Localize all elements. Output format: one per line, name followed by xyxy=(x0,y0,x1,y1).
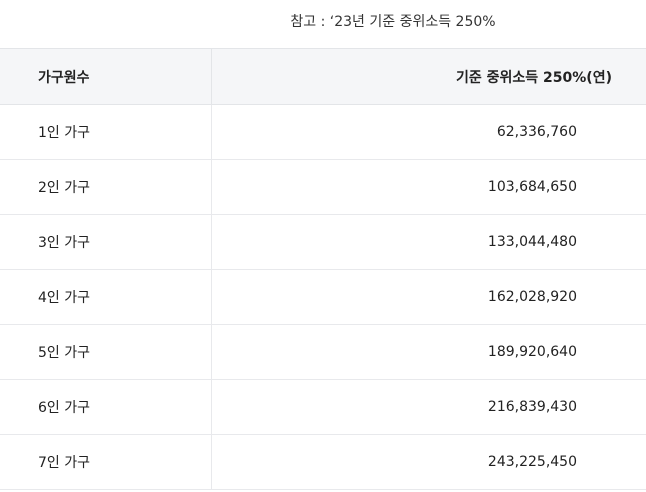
income-cell: 216,839,430 xyxy=(211,379,646,435)
table-row: 7인 가구 243,225,450 xyxy=(0,434,646,490)
income-table: 가구원수 기준 중위소득 250%(연) 1인 가구 62,336,760 2인… xyxy=(0,48,646,490)
table-row: 2인 가구 103,684,650 xyxy=(0,159,646,215)
income-cell: 133,044,480 xyxy=(211,214,646,270)
header-median-income: 기준 중위소득 250%(연) xyxy=(211,48,646,105)
income-cell: 162,028,920 xyxy=(211,269,646,325)
household-cell: 1인 가구 xyxy=(0,104,212,160)
household-cell: 2인 가구 xyxy=(0,159,212,215)
household-cell: 7인 가구 xyxy=(0,434,212,490)
table-row: 4인 가구 162,028,920 xyxy=(0,269,646,325)
income-cell: 189,920,640 xyxy=(211,324,646,380)
income-cell: 62,336,760 xyxy=(211,104,646,160)
table-row: 5인 가구 189,920,640 xyxy=(0,324,646,380)
header-household-size: 가구원수 xyxy=(0,48,212,105)
table-body: 1인 가구 62,336,760 2인 가구 103,684,650 3인 가구… xyxy=(0,104,646,490)
table-header: 가구원수 기준 중위소득 250%(연) xyxy=(0,48,646,105)
table-row: 1인 가구 62,336,760 xyxy=(0,104,646,160)
household-cell: 4인 가구 xyxy=(0,269,212,325)
household-cell: 5인 가구 xyxy=(0,324,212,380)
table-row: 6인 가구 216,839,430 xyxy=(0,379,646,435)
household-cell: 3인 가구 xyxy=(0,214,212,270)
reference-note: 참고 : ‘23년 기준 중위소득 250% xyxy=(290,14,496,30)
household-cell: 6인 가구 xyxy=(0,379,212,435)
income-cell: 103,684,650 xyxy=(211,159,646,215)
income-cell: 243,225,450 xyxy=(211,434,646,490)
header-row: 가구원수 기준 중위소득 250%(연) xyxy=(0,48,646,105)
table-row: 3인 가구 133,044,480 xyxy=(0,214,646,270)
